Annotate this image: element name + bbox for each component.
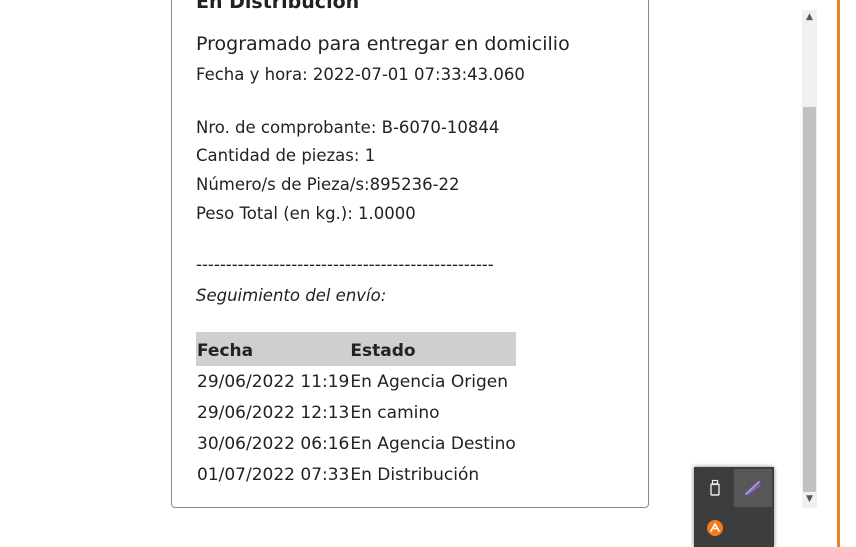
- total-weight: Peso Total (en kg.): 1.0000: [196, 204, 416, 223]
- cell-fecha: 29/06/2022 11:19: [197, 371, 350, 392]
- tracking-table: Fecha Estado 29/06/2022 11:19 En Agencia…: [196, 332, 516, 490]
- cell-estado: En Distribución: [350, 464, 480, 485]
- table-row: 01/07/2022 07:33 En Distribución: [196, 459, 516, 490]
- tracking-label: Seguimiento del envío:: [196, 286, 387, 305]
- cell-fecha: 30/06/2022 06:16: [197, 433, 350, 454]
- app-icon[interactable]: [696, 509, 734, 547]
- cell-estado: En camino: [350, 402, 440, 423]
- table-row: 30/06/2022 06:16 En Agencia Destino: [196, 428, 516, 459]
- table-row: 29/06/2022 12:13 En camino: [196, 397, 516, 428]
- pieces-count: Cantidad de piezas: 1: [196, 146, 376, 165]
- table-header-row: Fecha Estado: [196, 332, 516, 366]
- separator-line: ----------------------------------------…: [196, 255, 494, 274]
- vertical-scrollbar[interactable]: ▲ ▼: [802, 10, 817, 508]
- scroll-up-arrow-icon[interactable]: ▲: [802, 12, 817, 22]
- system-tray-overflow: [694, 467, 774, 547]
- cell-fecha: 29/06/2022 12:13: [197, 402, 350, 423]
- cell-fecha: 01/07/2022 07:33: [197, 464, 350, 485]
- status-heading: En Distribución: [196, 0, 360, 13]
- cell-estado: En Agencia Destino: [350, 433, 516, 454]
- accent-edge: [837, 0, 840, 547]
- usb-drive-icon[interactable]: [696, 469, 734, 507]
- receipt-number: Nro. de comprobante: B-6070-10844: [196, 118, 500, 137]
- cell-estado: En Agencia Origen: [350, 371, 508, 392]
- datetime-line: Fecha y hora: 2022-07-01 07:33:43.060: [196, 65, 525, 84]
- scroll-down-arrow-icon[interactable]: ▼: [802, 494, 817, 504]
- status-detail: Programado para entregar en domicilio: [196, 33, 570, 55]
- shipment-card: En Distribución Programado para entregar…: [171, 0, 649, 508]
- column-header-estado: Estado: [349, 332, 516, 366]
- pen-icon[interactable]: [734, 469, 772, 507]
- scrollbar-thumb[interactable]: [803, 107, 816, 492]
- piece-numbers: Número/s de Pieza/s:895236-22: [196, 175, 460, 194]
- column-header-fecha: Fecha: [196, 332, 350, 366]
- table-row: 29/06/2022 11:19 En Agencia Origen: [196, 366, 516, 397]
